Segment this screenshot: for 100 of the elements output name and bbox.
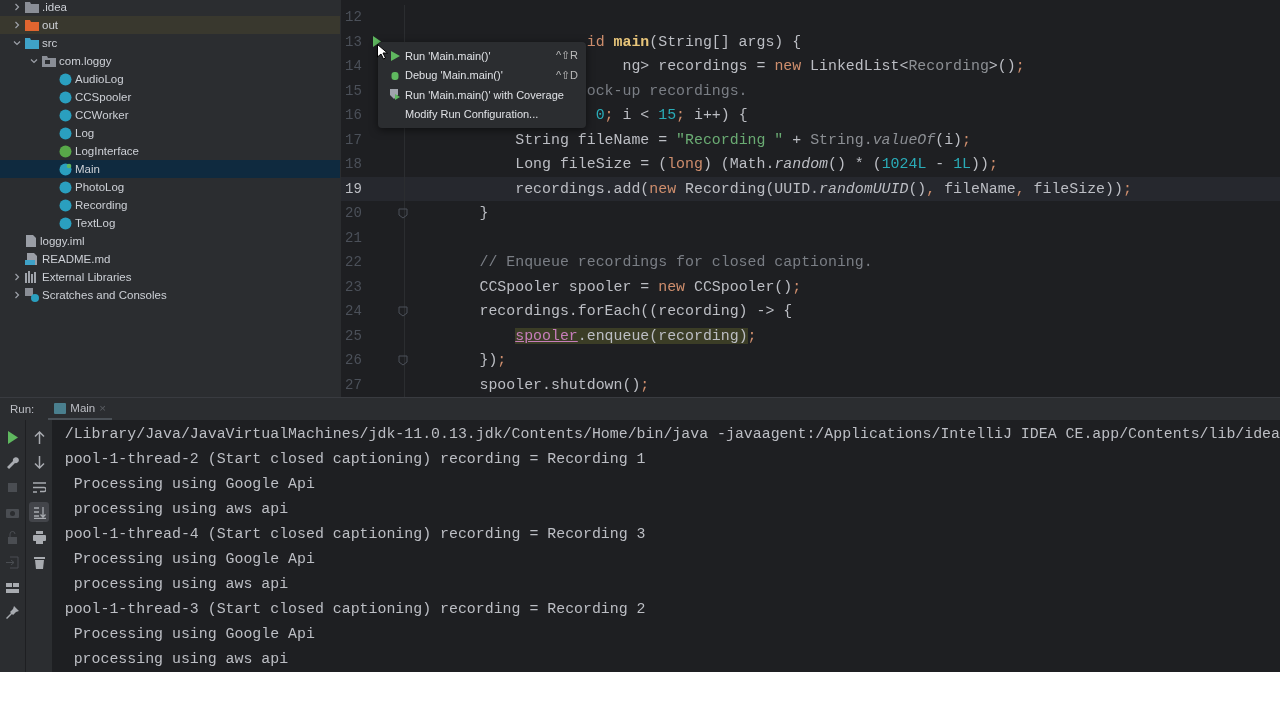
console-icon <box>54 402 67 414</box>
tree-item[interactable]: CCWorker <box>0 106 340 124</box>
tree-item-label: PhotoLog <box>75 181 125 193</box>
chevron-icon[interactable] <box>13 39 21 47</box>
package-icon <box>42 55 56 67</box>
class-icon <box>59 198 72 212</box>
bug-icon <box>390 70 400 81</box>
code-line: // Enqueue recordings for closed captioning. <box>479 254 873 271</box>
code-line: CCSpooler spooler = new CCSpooler(); <box>479 278 802 295</box>
tree-item[interactable]: AudioLog <box>0 70 340 88</box>
tree-item[interactable]: External Libraries <box>0 268 340 286</box>
tree-item[interactable]: loggy.iml <box>0 232 340 250</box>
class-icon <box>59 216 72 230</box>
cursor-icon <box>377 44 388 60</box>
code-line: ng> recordings = new LinkedList<Recording>(); <box>622 58 1025 75</box>
layout-icon[interactable] <box>6 580 20 594</box>
tree-item-label: TextLog <box>75 217 116 229</box>
folder-icon <box>25 19 39 31</box>
tree-item-label: out <box>42 19 58 31</box>
interface-icon <box>59 144 72 158</box>
play-icon[interactable] <box>6 430 20 444</box>
tree-item-label: src <box>42 37 58 49</box>
tree-item-label: README.md <box>42 253 111 265</box>
code-line: Long fileSize = (long) (Math.random() * (1024L - 1L)); <box>515 156 998 173</box>
class-icon <box>59 72 72 86</box>
tree-item[interactable]: README.md <box>0 250 340 268</box>
code-line: id main(String[] args) { <box>586 33 802 50</box>
code-line: recordings.forEach((recording) -> { <box>479 303 793 320</box>
tree-item[interactable]: Scratches and Consoles <box>0 286 340 304</box>
code-line: recordings.add(new Recording(UUID.randomUUID(), fileName, fileSize)); <box>515 180 1132 197</box>
class-icon <box>59 126 72 140</box>
chevron-icon[interactable] <box>13 273 21 281</box>
tree-item-label: External Libraries <box>42 271 132 283</box>
console-line: pool-1-thread-2 (Start closed captioning) recording = Recording 1 <box>64 450 647 469</box>
run-icon[interactable] <box>373 36 381 48</box>
library-icon <box>25 271 39 283</box>
class-icon <box>59 90 72 104</box>
code-line: spooler.shutdown(); <box>479 376 650 393</box>
console-line: /Library/Java/JavaVirtualMachines/jdk-11.0.13.jdk/Contents/Home/bin/java -javaagent:/Applications/IntelliJ IDEA CE.app/Contents/lib/idea <box>64 425 1280 444</box>
panel-title: Run: <box>10 403 35 415</box>
tree-item[interactable]: CCSpooler <box>0 88 340 106</box>
console-line: Processing using Google Api <box>72 475 316 494</box>
menu-item[interactable]: Debug 'Main.main()' ^⇧D <box>378 65 586 85</box>
tree-item[interactable]: .idea <box>0 0 340 16</box>
pin-icon[interactable] <box>6 605 20 619</box>
chevron-icon[interactable] <box>13 21 21 29</box>
console-line: processing using aws api <box>72 500 290 519</box>
tree-item-label: .idea <box>42 1 67 13</box>
console-line: Processing using Google Api <box>72 550 316 569</box>
console-line: pool-1-thread-4 (Start closed captioning) recording = Recording 3 <box>64 525 647 544</box>
class-icon <box>59 180 72 194</box>
tree-item-label: CCWorker <box>75 109 129 121</box>
chevron-icon[interactable] <box>30 57 38 65</box>
console-line: Processing using Google Api <box>72 625 316 644</box>
tree-item-label: AudioLog <box>75 73 124 85</box>
console-line: processing using aws api <box>72 575 290 594</box>
code-line: ock-up recordings. <box>586 82 748 99</box>
tree-item[interactable]: src <box>0 34 340 52</box>
console-line: processing using aws api <box>72 650 290 669</box>
trash-icon[interactable] <box>32 555 46 569</box>
tree-item[interactable]: PhotoLog <box>0 178 340 196</box>
tree-item[interactable]: LogInterface <box>0 142 340 160</box>
tree-item-label: Scratches and Consoles <box>42 289 167 301</box>
menu-item[interactable]: Modify Run Configuration... <box>378 104 586 124</box>
menu-item[interactable]: Run 'Main.main()' with Coverage <box>378 85 586 105</box>
arrow-up-icon[interactable] <box>32 430 46 444</box>
console-line: pool-1-thread-3 (Start closed captioning) recording = Recording 2 <box>64 600 647 619</box>
tree-item-label: loggy.iml <box>40 235 85 247</box>
code-line: 0; i < 15; i++) { <box>595 107 748 124</box>
tree-item[interactable]: Main <box>0 160 340 178</box>
tree-item-label: com.loggy <box>59 55 112 67</box>
folder-icon <box>25 37 39 49</box>
code-line: String fileName = "Recording " + String.valueOf(i); <box>515 131 971 148</box>
play-icon <box>390 50 400 61</box>
tree-item[interactable]: Log <box>0 124 340 142</box>
shield-icon <box>390 89 400 101</box>
chevron-icon[interactable] <box>13 291 21 299</box>
class-icon <box>59 162 72 176</box>
file-icon <box>25 252 39 266</box>
wrap-icon[interactable] <box>32 480 46 494</box>
line-number: 19 <box>345 180 362 197</box>
wrench-icon[interactable] <box>6 455 20 469</box>
tree-item[interactable]: com.loggy <box>0 52 340 70</box>
printer-icon[interactable] <box>32 530 46 544</box>
arrow-down-icon[interactable] <box>32 455 46 469</box>
tree-item[interactable]: TextLog <box>0 214 340 232</box>
tree-item-label: Main <box>75 163 100 175</box>
scroll-end-icon[interactable] <box>32 505 46 519</box>
class-icon <box>59 108 72 122</box>
tree-item-label: Recording <box>75 199 128 211</box>
tree-item-label: Log <box>75 127 95 139</box>
chevron-icon[interactable] <box>13 3 21 11</box>
run-tab[interactable]: Main × <box>48 398 112 420</box>
tree-item[interactable]: Recording <box>0 196 340 214</box>
tree-item-label: CCSpooler <box>75 91 132 103</box>
tree-item[interactable]: out <box>0 16 340 34</box>
folder-icon <box>25 1 39 13</box>
scratches-icon <box>25 288 39 302</box>
file-icon <box>25 234 37 248</box>
code-line: }); <box>479 352 507 369</box>
